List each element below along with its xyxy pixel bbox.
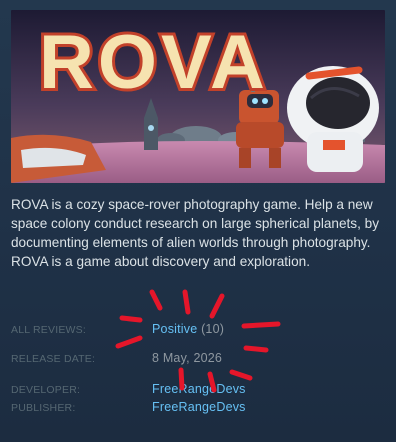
publisher-row: PUBLISHER: FreeRangeDevs [11,400,381,418]
developer-row: DEVELOPER: FreeRangeDevs [11,382,381,400]
header-capsule-image[interactable]: ROVA [11,10,385,183]
capsule-art: ROVA [11,10,385,183]
release-date-label: RELEASE DATE: [11,353,96,365]
review-count: (10) [201,322,225,336]
publisher-label: PUBLISHER: [11,402,76,414]
svg-text:ROVA: ROVA [39,20,269,105]
developer-label: DEVELOPER: [11,384,81,396]
all-reviews-label: ALL REVIEWS: [11,324,86,336]
release-date-row: RELEASE DATE: 8 May, 2026 [11,351,381,369]
all-reviews-row: ALL REVIEWS: Positive (10) [11,322,381,340]
developer-link[interactable]: FreeRangeDevs [152,382,246,396]
publisher-link[interactable]: FreeRangeDevs [152,400,246,414]
game-description: ROVA is a cozy space-rover photography g… [11,197,380,269]
all-reviews-value: Positive (10) [152,322,224,336]
review-summary-link[interactable]: Positive [152,322,197,336]
rova-logo: ROVA [36,17,269,108]
release-date-value: 8 May, 2026 [152,351,223,365]
